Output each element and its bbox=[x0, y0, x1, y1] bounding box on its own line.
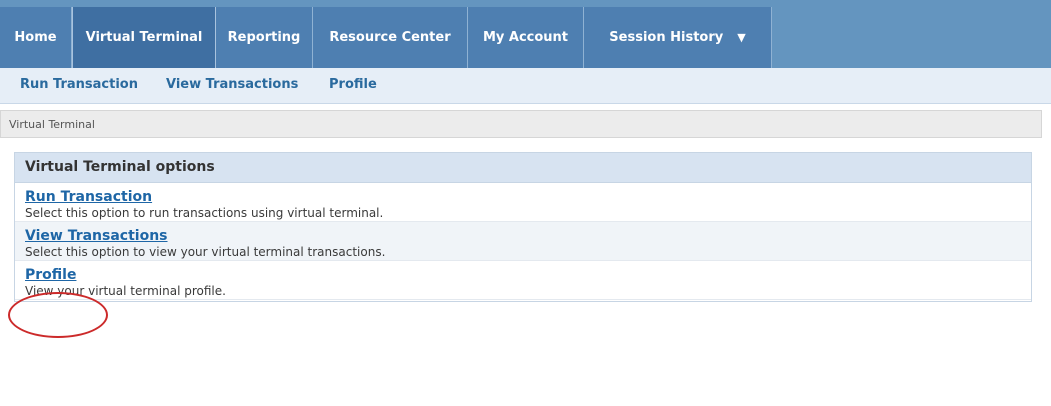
run-transaction-link[interactable]: Run Transaction bbox=[25, 189, 152, 205]
option-run-transaction: Run Transaction Select this option to ru… bbox=[15, 183, 1031, 222]
tab-session-history-label: Session History bbox=[609, 30, 724, 45]
subnav-run-transaction[interactable]: Run Transaction bbox=[20, 77, 138, 92]
panel-title: Virtual Terminal options bbox=[15, 153, 1031, 183]
tab-my-account-label: My Account bbox=[482, 30, 569, 45]
view-transactions-description: Select this option to view your virtual … bbox=[25, 245, 386, 259]
top-navigation: Home Virtual Terminal Reporting Resource… bbox=[0, 0, 1051, 68]
tab-reporting[interactable]: Reporting bbox=[216, 7, 313, 68]
subnav-profile[interactable]: Profile bbox=[329, 77, 377, 92]
main-tabs: Home Virtual Terminal Reporting Resource… bbox=[0, 7, 772, 68]
sub-navigation: Run Transaction View Transactions Profil… bbox=[0, 68, 1051, 104]
tab-session-history[interactable]: Session History ▼ bbox=[584, 7, 772, 68]
tab-virtual-terminal[interactable]: Virtual Terminal bbox=[72, 7, 216, 68]
profile-description: View your virtual terminal profile. bbox=[25, 284, 226, 298]
tab-resource-center-label: Resource Center bbox=[329, 30, 451, 45]
option-profile: Profile View your virtual terminal profi… bbox=[15, 261, 1031, 300]
tab-resource-center[interactable]: Resource Center bbox=[313, 7, 468, 68]
tab-home-label: Home bbox=[14, 30, 57, 45]
profile-link[interactable]: Profile bbox=[25, 267, 76, 283]
tab-my-account[interactable]: My Account bbox=[468, 7, 584, 68]
breadcrumb: Virtual Terminal bbox=[0, 110, 1042, 138]
tab-virtual-terminal-label: Virtual Terminal bbox=[85, 30, 203, 45]
run-transaction-description: Select this option to run transactions u… bbox=[25, 206, 384, 220]
option-view-transactions: View Transactions Select this option to … bbox=[15, 222, 1031, 261]
view-transactions-link[interactable]: View Transactions bbox=[25, 228, 168, 244]
caret-down-icon[interactable]: ▼ bbox=[737, 31, 745, 44]
virtual-terminal-options-panel: Virtual Terminal options Run Transaction… bbox=[14, 152, 1032, 302]
tab-home[interactable]: Home bbox=[0, 7, 72, 68]
breadcrumb-current: Virtual Terminal bbox=[9, 118, 95, 131]
subnav-view-transactions[interactable]: View Transactions bbox=[166, 77, 298, 92]
tab-reporting-label: Reporting bbox=[227, 30, 301, 45]
